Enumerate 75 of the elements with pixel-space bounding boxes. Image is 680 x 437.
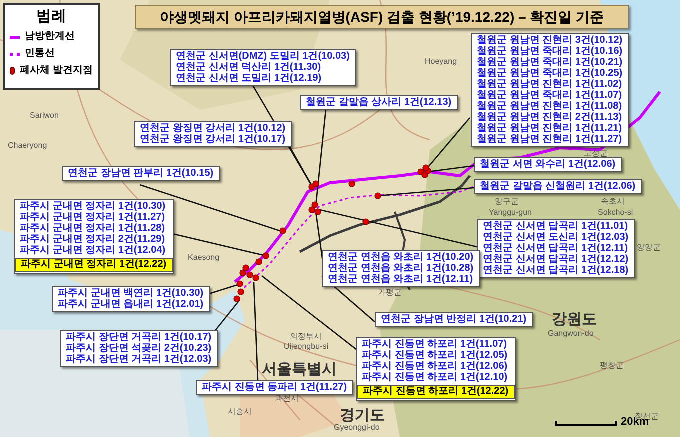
callout-line: 파주시 진동면 하포리 1건(12.05) (362, 350, 509, 361)
callout-line: 철원군 원남면 죽대리 1건(10.25) (477, 68, 623, 79)
find-site-dot (374, 192, 382, 200)
place-label: Uijeongbu-si (284, 343, 328, 351)
place-label: Sokcho-si (598, 209, 634, 217)
callout-line: 연천군 연천읍 와초리 1건(10.20) (328, 252, 474, 263)
callout-line: 철원군 원남면 죽대리 1건(10.21) (477, 57, 623, 68)
callout-line: 연천군 신서면(DMZ) 도밀리 1건(10.03) (176, 51, 350, 62)
callout-line: 파주시 군내면 정자리 1건(12.04) (20, 245, 167, 256)
legend-label: 민통선 (25, 47, 55, 61)
find-site-dot (348, 180, 356, 188)
callout-line: 파주시 군내면 읍내리 1건(12.01) (58, 299, 204, 310)
callout-line: 연천군 연천읍 와초리 1건(10.28) (328, 263, 474, 274)
callout-line: 철원군 원남면 진현리 2건(11.13) (477, 112, 623, 123)
place-label: 양양군 (637, 244, 661, 252)
callout-line: 연천군 장남면 반정리 1건(10.21) (381, 314, 527, 325)
callout-line: 파주시 군내면 정자리 1건(10.30) (20, 201, 167, 212)
callout-line: 철원군 원남면 죽대리 1건(10.16) (477, 46, 623, 57)
callout-line: 철원군 원남면 진현리 3건(10.12) (477, 35, 623, 46)
find-site-dot (280, 228, 286, 234)
callout-line: 연천군 신서면 답곡리 1건(12.18) (483, 265, 629, 276)
find-site-dot (362, 218, 370, 226)
callout-line: 연천군 장남면 판부리 1건(10.15) (68, 168, 214, 179)
callout-line: 파주시 군내면 정자리 2건(11.29) (20, 234, 166, 245)
map-title: 야생멧돼지 아프리카돼지열병(ASF) 검출 현황(’19.12.22) – 확진일 기준 (135, 5, 629, 29)
callout-line: 파주시 군내면 백연리 1건(10.30) (58, 288, 204, 299)
callout-line: 철원군 원남면 진현리 1건(11.21) (477, 123, 623, 134)
callout-line: 연천군 신서면 답곡리 1건(11.01) (483, 221, 629, 232)
callout-line: 연천군 신서면 답곡리 1건(12.11) (483, 243, 629, 254)
place-label: 경기도 (340, 408, 385, 423)
place-label: Sariwon (30, 112, 59, 120)
dotted-line-icon (10, 52, 20, 56)
place-label: Hoeyang (425, 58, 458, 66)
callout-line: 연천군 신서면 덕산리 1건(11.30) (176, 62, 322, 73)
legend-title: 범례 (36, 7, 68, 27)
callout-line: 파주시 진동면 동파리 1건(11.27) (202, 382, 348, 393)
callout-line: 파주시 진동면 하포리 1건(12.06) (362, 361, 509, 372)
callout-line: 철원군 원남면 죽대리 1건(11.07) (477, 90, 623, 101)
callout-line: 파주시 장단면 석곶리 2건(10.23) (66, 343, 212, 354)
callout-line: 파주시 장단면 거곡리 1건(12.03) (66, 354, 212, 365)
callout-line: 파주시 군내면 정자리 1건(11.27) (20, 212, 166, 223)
place-label: Gyeonggi-do (334, 424, 380, 432)
place-label: Gangwon-do (548, 330, 594, 338)
place-label: 서울특별시 (262, 362, 337, 377)
place-label: 강원도 (552, 312, 597, 327)
callout-line: 연천군 왕징면 강서리 1건(10.12) (140, 123, 286, 134)
place-label: Kaesong (188, 254, 220, 262)
callout-line: 철원군 원남면 진현리 1건(11.27) (477, 134, 623, 145)
callout-line: 연천군 연천읍 와초리 1건(12.11) (328, 274, 474, 285)
callout-line: 파주시 장단면 거곡리 1건(10.17) (66, 332, 212, 343)
callout-line: 연천군 신서면 도밀리 1건(12.19) (176, 73, 323, 84)
legend-label: 폐사체 발견지점 (20, 64, 93, 78)
callout-line: 파주시 군내면 정자리 1건(11.28) (20, 223, 166, 234)
callout-line: 연천군 신서면 도신리 1건(12.03) (483, 232, 629, 243)
callout-line: 철원군 갈말읍 신철원리 1건(12.06) (480, 181, 636, 192)
callout-line: 철원군 갈말읍 상사리 1건(12.13) (306, 97, 452, 108)
place-label: 속초시 (601, 198, 625, 206)
callout-line: 파주시 진동면 하포리 1건(12.10) (362, 372, 509, 383)
place-label: Chaeryong (8, 142, 48, 150)
legend-label: 남방한계선 (25, 30, 75, 44)
scale-bar (555, 421, 617, 426)
place-label: 고성군 (584, 150, 608, 158)
callout-line: 철원군 원남면 진현리 1건(11.08) (477, 101, 623, 112)
place-label: 의정부시 (290, 333, 322, 341)
place-label: 시흥시 (228, 408, 252, 416)
callout-line: 연천군 왕징면 강서리 1건(10.17) (140, 134, 286, 145)
place-label: 양구군 (495, 198, 519, 206)
callout-line: 연천군 신서면 답곡리 1건(12.12) (483, 254, 629, 265)
callout-line: 파주시 진동면 하포리 1건(11.07) (362, 339, 508, 350)
place-label: 평창군 (600, 362, 624, 370)
callout-line: 철원군 서면 와수리 1건(12.06) (480, 159, 616, 170)
place-label: 과천시 (275, 395, 299, 403)
callout-line: 철원군 원남면 진현리 1건(11.02) (477, 79, 623, 90)
place-label: Yanggu-gun (489, 209, 532, 217)
place-label: 가평군 (378, 289, 402, 297)
